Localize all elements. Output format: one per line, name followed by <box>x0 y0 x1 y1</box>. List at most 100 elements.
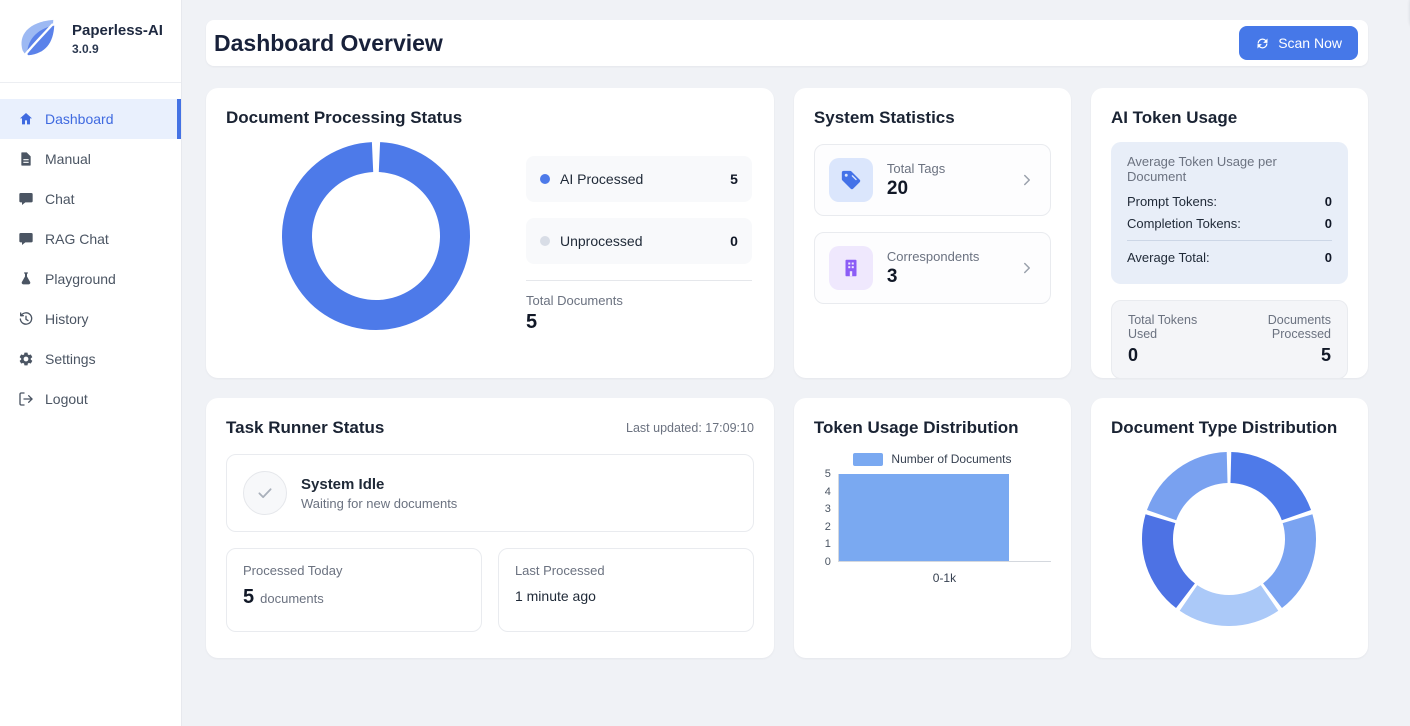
bar-plot-row: 012345 <box>814 474 1051 562</box>
average-total-value: 0 <box>1325 250 1332 265</box>
sidebar-item-chat[interactable]: Chat <box>0 179 181 219</box>
ai-token-usage-card: AI Token Usage Average Token Usage per D… <box>1091 88 1368 378</box>
processed-today-box: Processed Today 5 documents <box>226 548 482 632</box>
token-usage-distribution-card: Token Usage Distribution Number of Docum… <box>794 398 1071 658</box>
topbar: Dashboard Overview Scan Now <box>206 20 1368 66</box>
status-subtitle: Waiting for new documents <box>301 496 457 511</box>
legend-label: AI Processed <box>560 171 643 187</box>
y-tick-label: 0 <box>825 556 831 568</box>
task-runner-mini-boxes: Processed Today 5 documents Last Process… <box>226 548 754 632</box>
app-root: Paperless-AI 3.0.9 Dashboard Manual Chat… <box>0 0 1410 726</box>
total-tokens-used-value: 0 <box>1128 345 1219 366</box>
token-totals-box: Total Tokens Used 0 Documents Processed … <box>1111 300 1348 379</box>
document-processing-status-card: Document Processing Status AI Processed … <box>206 88 774 378</box>
sidebar-item-label: Dashboard <box>45 111 114 127</box>
y-tick-label: 2 <box>825 521 831 533</box>
logout-icon <box>18 391 34 407</box>
task-runner-status-card: Task Runner Status Last updated: 17:09:1… <box>206 398 774 658</box>
stat-label: Total Tags <box>887 161 945 176</box>
card-title: System Statistics <box>814 108 1051 128</box>
legend-series-label: Number of Documents <box>891 452 1011 466</box>
y-tick-label: 5 <box>825 468 831 480</box>
y-axis: 012345 <box>814 474 838 562</box>
total-documents-value: 5 <box>526 311 752 334</box>
chevron-right-icon <box>1018 171 1036 189</box>
tag-icon <box>840 169 862 191</box>
system-statistics-card: System Statistics Total Tags 20 <box>794 88 1071 378</box>
donut-svg <box>1142 452 1316 626</box>
average-token-usage-box: Average Token Usage per Document Prompt … <box>1111 142 1348 284</box>
document-type-donut-chart <box>1111 452 1348 626</box>
y-tick-label: 3 <box>825 503 831 515</box>
bar <box>839 474 1009 561</box>
prompt-tokens-row: Prompt Tokens: 0 <box>1127 194 1332 209</box>
processing-legend: AI Processed 5 Unprocessed 0 Total Docum… <box>526 138 754 334</box>
card-title: Token Usage Distribution <box>814 418 1051 438</box>
processed-today-unit: documents <box>260 591 324 606</box>
scan-now-button[interactable]: Scan Now <box>1239 26 1358 60</box>
processed-today-label: Processed Today <box>243 563 465 578</box>
sidebar-item-rag-chat[interactable]: RAG Chat <box>0 219 181 259</box>
status-title: System Idle <box>301 476 457 493</box>
house-icon <box>18 111 34 127</box>
scan-now-label: Scan Now <box>1278 35 1342 51</box>
last-processed-box: Last Processed 1 minute ago <box>498 548 754 632</box>
sidebar-item-logout[interactable]: Logout <box>0 379 181 419</box>
sidebar-item-label: Chat <box>45 191 75 207</box>
stat-value: 3 <box>887 266 980 288</box>
divider <box>526 280 752 281</box>
last-processed-value: 1 minute ago <box>515 588 737 604</box>
last-processed-label: Last Processed <box>515 563 737 578</box>
paperless-ai-leaf-logo-icon <box>14 16 60 62</box>
dashboard-grid-bottom: Task Runner Status Last updated: 17:09:1… <box>206 398 1368 658</box>
app-name: Paperless-AI <box>72 22 163 41</box>
legend-value: 0 <box>730 233 738 249</box>
stat-label: Correspondents <box>887 249 980 264</box>
sidebar-nav: Dashboard Manual Chat RAG Chat Playgroun… <box>0 83 181 419</box>
sidebar-item-label: Manual <box>45 151 91 167</box>
sidebar-item-manual[interactable]: Manual <box>0 139 181 179</box>
sidebar-item-playground[interactable]: Playground <box>0 259 181 299</box>
bar-chart-legend: Number of Documents <box>814 452 1051 466</box>
correspondents-stat[interactable]: Correspondents 3 <box>814 232 1051 304</box>
processing-card-body: AI Processed 5 Unprocessed 0 Total Docum… <box>226 138 754 334</box>
building-icon-badge <box>829 246 873 290</box>
legend-dot <box>540 174 550 184</box>
card-title: AI Token Usage <box>1111 108 1348 128</box>
documents-processed-label: Documents Processed <box>1219 313 1331 341</box>
flask-icon <box>18 271 34 287</box>
divider <box>1127 240 1332 241</box>
plot-area <box>838 474 1051 562</box>
sidebar-item-label: RAG Chat <box>45 231 109 247</box>
app-version: 3.0.9 <box>72 42 163 56</box>
tag-icon-badge <box>829 158 873 202</box>
chevron-right-icon <box>1018 259 1036 277</box>
sidebar-item-label: Playground <box>45 271 116 287</box>
sidebar-item-dashboard[interactable]: Dashboard <box>0 99 181 139</box>
page-title: Dashboard Overview <box>214 30 443 57</box>
refresh-icon <box>1255 36 1270 51</box>
sidebar: Paperless-AI 3.0.9 Dashboard Manual Chat… <box>0 0 182 726</box>
legend-row-unprocessed: Unprocessed 0 <box>526 218 752 264</box>
stat-value: 20 <box>887 178 945 200</box>
task-runner-header: Task Runner Status Last updated: 17:09:1… <box>226 418 754 438</box>
sidebar-item-label: History <box>45 311 89 327</box>
total-documents-label: Total Documents <box>526 293 752 308</box>
legend-row-ai-processed: AI Processed 5 <box>526 156 752 202</box>
token-usage-bar-chart: Number of Documents 012345 0-1k <box>814 452 1051 585</box>
avg-usage-title: Average Token Usage per Document <box>1127 154 1332 184</box>
x-tick-label: 0-1k <box>838 571 1051 585</box>
y-tick-label: 4 <box>825 486 831 498</box>
legend-dot <box>540 236 550 246</box>
document-type-distribution-card: Document Type Distribution <box>1091 398 1368 658</box>
documents-processed-col: Documents Processed 5 <box>1219 313 1331 366</box>
status-texts: System Idle Waiting for new documents <box>301 476 457 511</box>
processing-donut-chart <box>226 138 526 334</box>
donut-svg <box>282 142 470 330</box>
sidebar-item-history[interactable]: History <box>0 299 181 339</box>
total-tags-stat[interactable]: Total Tags 20 <box>814 144 1051 216</box>
card-title: Document Processing Status <box>226 108 754 128</box>
sidebar-item-settings[interactable]: Settings <box>0 339 181 379</box>
stat-texts: Total Tags 20 <box>887 161 945 200</box>
card-title: Document Type Distribution <box>1111 418 1348 438</box>
